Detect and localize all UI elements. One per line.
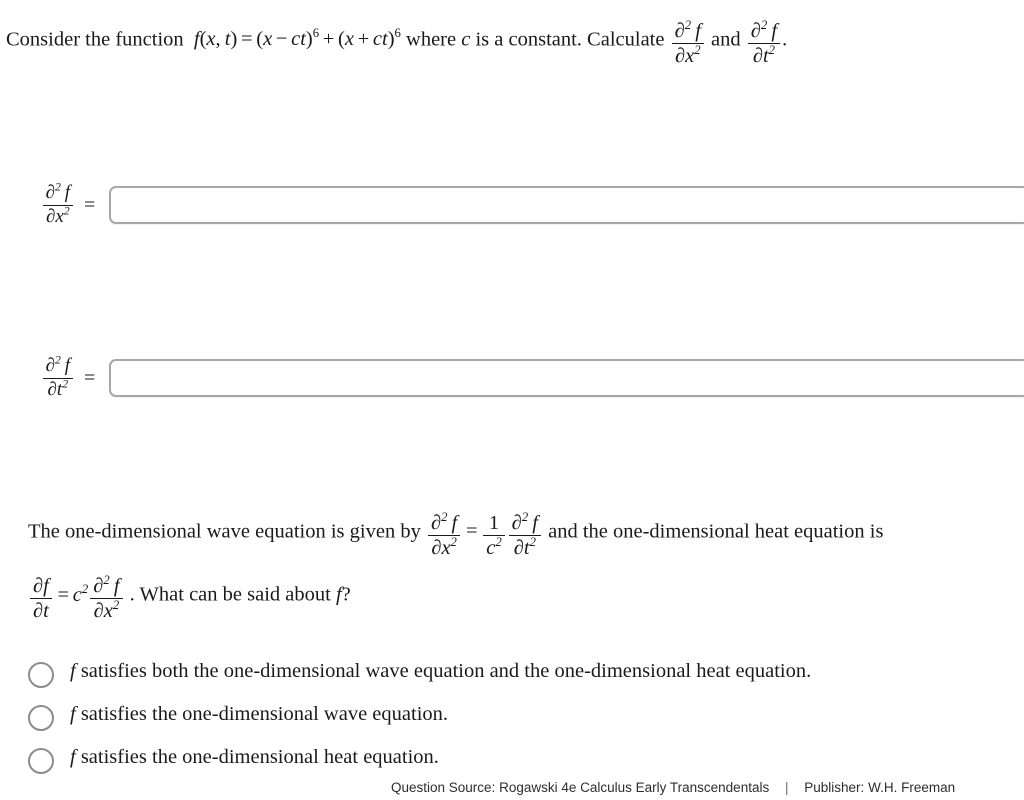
option-both-variable: f (70, 660, 76, 682)
answer-label-partial-t: ∂2 f ∂t2 (0, 354, 84, 400)
answer-input-partial-x[interactable] (109, 186, 1024, 224)
wave-lhs-fraction: ∂2 f ∂x2 (427, 511, 461, 559)
option-wave-label: f satisfies the one-dimensional wave equ… (54, 703, 448, 727)
question-stem: Consider the function f(x, t) = (x − ct)6 + (x… (6, 19, 1024, 67)
stem-derivative-t: ∂2 f ∂t2 (747, 19, 781, 67)
option-heat-text: satisfies the one-dimensional heat equat… (80, 746, 439, 768)
option-heat-variable: f (70, 746, 76, 768)
followup-prefix-text: The one-dimensional wave equation is giv… (28, 520, 421, 543)
wave-coefficient-fraction: 1 c2 (483, 512, 505, 559)
stem-intro-text: Consider the function (6, 28, 184, 51)
footer-separator: | (784, 780, 789, 795)
answer-options-group: f satisfies both the one-dimensional wav… (28, 660, 1024, 789)
option-wave-text: satisfies the one-dimensional wave equat… (80, 703, 449, 725)
publisher-label: Publisher: (804, 780, 865, 795)
stem-conjunction: and (711, 28, 741, 51)
answer-input-partial-t[interactable] (109, 359, 1024, 397)
followup-question-text: . What can be said about (129, 583, 331, 606)
stem-where-text: where (406, 28, 457, 51)
source-label: Question Source: (391, 780, 496, 795)
function-definition: f(x, t) = (x − ct)6 + (x + ct)6 (188, 26, 401, 51)
answer-equals-t: = (84, 366, 96, 389)
wave-equation-expression: ∂2 f ∂x2 = 1 c2 ∂2 f ∂t2 (426, 511, 548, 559)
option-heat-label: f satisfies the one-dimensional heat equ… (54, 746, 439, 770)
answer-label-partial-x: ∂2 f ∂x2 (0, 181, 84, 227)
radio-button-icon[interactable] (28, 748, 54, 774)
question-source-footer: Question Source: Rogawski 4e Calculus Ea… (391, 780, 955, 795)
followup-line-1: The one-dimensional wave equation is giv… (28, 511, 1024, 559)
followup-paragraph: The one-dimensional wave equation is giv… (28, 511, 1024, 623)
source-value: Rogawski 4e Calculus Early Transcendenta… (499, 780, 770, 795)
answer-equals-x: = (84, 193, 96, 216)
question-page: Consider the function f(x, t) = (x − ct)6 + (x… (0, 0, 1024, 800)
option-wave-variable: f (70, 703, 76, 725)
stem-calculate-text: is a constant. Calculate (475, 28, 665, 51)
answer-label-fraction-x: ∂2 f ∂x2 (42, 181, 73, 227)
option-heat[interactable]: f satisfies the one-dimensional heat equ… (28, 746, 1024, 774)
answer-row-partial-x: ∂2 f ∂x2 = (0, 177, 1024, 233)
heat-rhs-fraction: ∂2 f ∂x2 (90, 574, 123, 622)
publisher-value: W.H. Freeman (868, 780, 956, 795)
stem-period: . (782, 28, 788, 51)
followup-question-mark: ? (341, 583, 351, 606)
radio-button-icon[interactable] (28, 662, 54, 688)
wave-rhs-fraction: ∂2 f ∂t2 (508, 511, 541, 559)
stem-derivative-x: ∂2 f ∂x2 (671, 19, 704, 67)
option-wave[interactable]: f satisfies the one-dimensional wave equ… (28, 703, 1024, 731)
followup-line-2: ∂f ∂t = c2 ∂2 f ∂x2 . What can be said about … (28, 574, 1024, 622)
option-both[interactable]: f satisfies both the one-dimensional wav… (28, 660, 1024, 688)
constant-symbol: c (461, 28, 471, 51)
heat-lhs-fraction: ∂f ∂t (30, 575, 52, 622)
heat-equation-expression: ∂f ∂t = c2 ∂2 f ∂x2 (28, 574, 130, 622)
option-both-text: satisfies both the one-dimensional wave … (80, 660, 812, 682)
answer-label-fraction-t: ∂2 f ∂t2 (42, 354, 73, 400)
option-both-label: f satisfies both the one-dimensional wav… (54, 660, 811, 684)
followup-suffix-text: and the one-dimensional heat equation is (548, 520, 884, 543)
radio-button-icon[interactable] (28, 705, 54, 731)
answer-row-partial-t: ∂2 f ∂t2 = (0, 350, 1024, 406)
